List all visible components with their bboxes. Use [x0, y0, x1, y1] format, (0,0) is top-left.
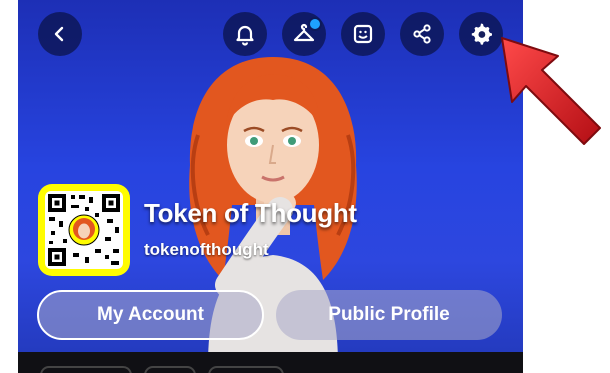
- public-profile-button[interactable]: Public Profile: [276, 290, 502, 340]
- back-button[interactable]: [38, 12, 82, 56]
- gear-icon: [471, 23, 492, 45]
- wardrobe-button[interactable]: [282, 12, 326, 56]
- snapcode-pattern: [45, 191, 123, 269]
- back-icon: [54, 26, 64, 42]
- profile-screen: Token of Thought tokenofthought My Accou…: [18, 0, 523, 373]
- sticker-button[interactable]: [341, 12, 385, 56]
- my-account-button[interactable]: My Account: [37, 290, 264, 340]
- bottom-chip[interactable]: [208, 366, 284, 373]
- public-profile-label: Public Profile: [328, 304, 450, 325]
- share-icon: [413, 24, 431, 44]
- share-button[interactable]: [400, 12, 444, 56]
- snapcode[interactable]: [38, 184, 130, 276]
- bottom-chip[interactable]: [40, 366, 132, 373]
- bell-icon: [236, 25, 254, 46]
- username: tokenofthought: [144, 240, 269, 259]
- my-account-label: My Account: [97, 304, 204, 325]
- sticker-icon: [353, 24, 373, 44]
- notification-dot: [308, 17, 322, 31]
- notifications-button[interactable]: [223, 12, 267, 56]
- bottom-chip[interactable]: [144, 366, 196, 373]
- pointer-arrow-icon: [501, 37, 601, 145]
- display-name: Token of Thought: [144, 198, 357, 228]
